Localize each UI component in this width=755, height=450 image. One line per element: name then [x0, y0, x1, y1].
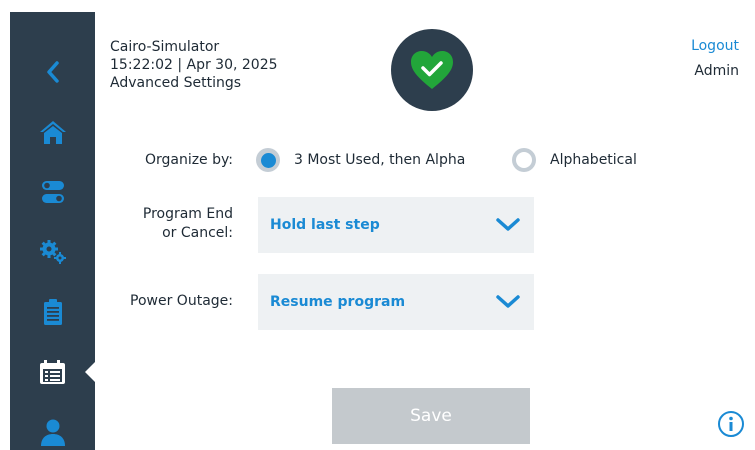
header-info: Cairo-Simulator 15:22:02 | Apr 30, 2025 …	[110, 38, 278, 92]
back-chevron-icon	[46, 61, 59, 83]
sidebar-item-home[interactable]	[10, 112, 95, 152]
chevron-down-icon	[496, 218, 520, 231]
radio-selected-indicator	[256, 148, 280, 172]
power-outage-select[interactable]: Resume program	[258, 274, 534, 330]
logout-link[interactable]: Logout	[691, 38, 739, 54]
sidebar-item-programs[interactable]	[10, 292, 95, 332]
back-button[interactable]	[10, 52, 95, 92]
program-end-label-line2: or Cancel:	[162, 225, 233, 241]
device-name: Cairo-Simulator	[110, 39, 220, 55]
toggle-switches-icon	[41, 181, 64, 203]
sidebar-item-user[interactable]	[10, 412, 95, 450]
radio-unselected-indicator	[512, 148, 536, 172]
sidebar-item-settings[interactable]	[10, 232, 95, 272]
program-end-label: Program End or Cancel:	[143, 205, 233, 243]
datetime: 15:22:02 | Apr 30, 2025	[110, 57, 278, 73]
page-title: Advanced Settings	[110, 75, 242, 91]
program-end-value: Hold last step	[270, 217, 380, 233]
clipboard-icon	[43, 299, 62, 325]
radio-label: Alphabetical	[550, 152, 637, 168]
active-indicator	[85, 361, 96, 383]
info-button[interactable]	[718, 411, 744, 437]
user-icon	[40, 419, 65, 446]
info-icon	[729, 416, 733, 431]
radio-most-used[interactable]: 3 Most Used, then Alpha	[256, 148, 465, 172]
sidebar	[10, 12, 96, 450]
status-badge	[391, 29, 473, 111]
gears-icon	[39, 240, 66, 264]
power-outage-label: Power Outage:	[130, 293, 233, 309]
sidebar-item-schedule[interactable]	[10, 352, 95, 392]
home-icon	[39, 121, 66, 144]
list-calendar-icon	[39, 360, 65, 384]
organize-by-label: Organize by:	[144, 152, 233, 168]
program-end-select[interactable]: Hold last step	[258, 197, 534, 253]
radio-label: 3 Most Used, then Alpha	[294, 152, 466, 168]
radio-alphabetical[interactable]: Alphabetical	[512, 148, 637, 172]
save-button[interactable]: Save	[332, 388, 530, 444]
program-end-label-line1: Program End	[142, 206, 233, 222]
chevron-down-icon	[496, 295, 520, 308]
user-role: Admin	[694, 63, 739, 79]
power-outage-value: Resume program	[270, 294, 406, 310]
sidebar-item-controls[interactable]	[10, 172, 95, 212]
heart-check-icon	[411, 51, 453, 89]
